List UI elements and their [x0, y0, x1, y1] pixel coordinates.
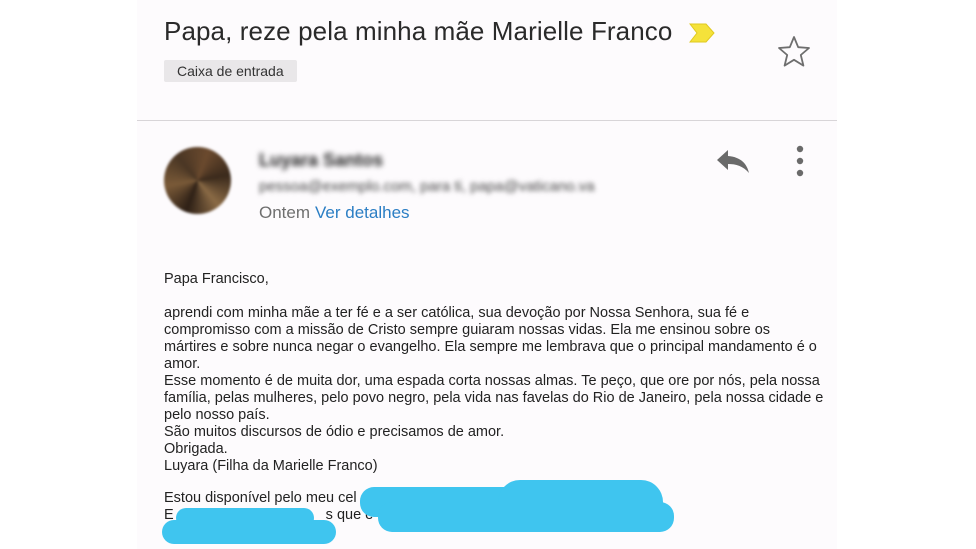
signature: Luyara (Filha da Marielle Franco)	[164, 458, 378, 474]
star-icon[interactable]	[776, 34, 812, 70]
sender-avatar[interactable]	[164, 147, 231, 214]
message-date: Ontem	[259, 203, 311, 222]
sender-name[interactable]: Luyara Santos	[259, 150, 383, 171]
more-vert-icon[interactable]	[793, 145, 807, 177]
important-marker-icon[interactable]	[689, 22, 715, 44]
message-body: Papa Francisco, aprendi com minha mãe a …	[164, 271, 824, 475]
greeting: Papa Francisco,	[164, 271, 269, 287]
body-line-4: Obrigada.	[164, 441, 228, 457]
inbox-label[interactable]: Caixa de entrada	[164, 60, 297, 82]
redaction-mark	[378, 502, 674, 532]
sender-recipients: pessoa@exemplo.com, para ti, papa@vatica…	[259, 178, 595, 195]
body-paragraph-1: aprendi com minha mãe a ter fé e a ser c…	[164, 305, 817, 372]
email-subject: Papa, reze pela minha mãe Marielle Franc…	[164, 16, 673, 46]
contact-line-1: Estou disponível pelo meu cel	[164, 490, 357, 506]
body-line-3: São muitos discursos de ódio e precisamo…	[164, 424, 505, 440]
header-divider	[137, 120, 837, 121]
reply-icon[interactable]	[714, 146, 752, 176]
message-meta: Ontem Ver detalhes	[259, 203, 410, 223]
view-details-link[interactable]: Ver detalhes	[315, 203, 410, 222]
body-paragraph-2: Esse momento é de muita dor, uma espada …	[164, 373, 824, 423]
redaction-mark	[162, 520, 336, 544]
